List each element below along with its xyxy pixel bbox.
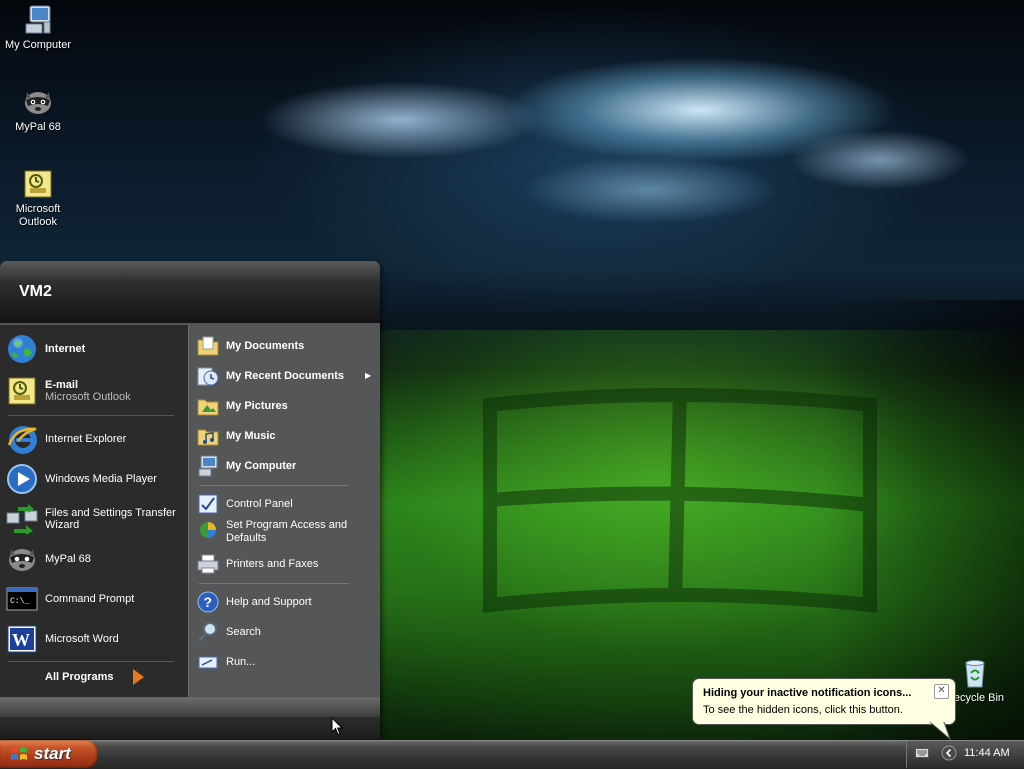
- svg-text:W: W: [12, 630, 30, 650]
- run-icon: [198, 656, 218, 669]
- close-icon[interactable]: ✕: [934, 684, 949, 699]
- svg-text:C:\_: C:\_: [10, 597, 29, 606]
- menu-item-label: My Computer: [226, 460, 297, 472]
- outlook-icon: [24, 170, 52, 198]
- search-icon: [197, 622, 217, 642]
- menu-item-label: Files and Settings Transfer Wizard: [45, 507, 176, 531]
- clock[interactable]: 11:44 AM: [964, 747, 1010, 759]
- menu-item-internet[interactable]: Internet: [6, 333, 184, 365]
- mouse-cursor-icon: [331, 717, 343, 736]
- start-menu: VM2 Internet E-mail Microsoft Outlook In…: [0, 261, 380, 739]
- menu-item-label: Microsoft Word: [45, 633, 119, 645]
- internet-explorer-icon: [7, 426, 37, 454]
- mypal-icon: [25, 92, 51, 114]
- control-panel-icon: [198, 494, 218, 514]
- windows-flag-icon: [11, 747, 27, 760]
- printer-icon: [197, 554, 219, 574]
- menu-item-label: Printers and Faxes: [226, 558, 319, 570]
- menu-item-sublabel: Microsoft Outlook: [45, 391, 131, 403]
- desktop-icon-my-computer[interactable]: My Computer: [0, 4, 76, 52]
- menu-item-mypal[interactable]: MyPal 68: [6, 543, 184, 575]
- menu-item-label: Search: [226, 626, 261, 638]
- desktop-icon-mypal[interactable]: MyPal 68: [0, 86, 76, 134]
- menu-item-label: Windows Media Player: [45, 473, 157, 485]
- menu-item-media-player[interactable]: Windows Media Player: [6, 463, 184, 495]
- menu-item-label: My Pictures: [226, 400, 288, 412]
- desktop-icon-label: MyPal 68: [15, 121, 61, 133]
- menu-item-label: Control Panel: [226, 498, 293, 510]
- menu-item-search[interactable]: Search: [197, 621, 377, 643]
- menu-item-help[interactable]: ? Help and Support: [197, 591, 377, 613]
- mypal-icon: [9, 549, 35, 571]
- start-menu-footer-bar: [0, 698, 380, 717]
- start-button[interactable]: start: [0, 740, 98, 768]
- keyboard-icon[interactable]: [915, 748, 929, 758]
- menu-item-my-documents[interactable]: My Documents: [197, 335, 377, 357]
- start-menu-header: VM2: [0, 261, 380, 325]
- folder-music-icon: [197, 429, 219, 446]
- desktop-icon-label: Microsoft Outlook: [15, 203, 61, 228]
- menu-item-label: Set Program Access and Defaults: [226, 519, 348, 544]
- right-arrow-icon: [133, 669, 144, 685]
- menu-separator: [199, 485, 349, 486]
- my-computer-icon: [25, 5, 51, 34]
- menu-item-word[interactable]: W Microsoft Word: [6, 623, 184, 655]
- desktop-icon-outlook[interactable]: Microsoft Outlook: [0, 168, 76, 229]
- menu-item-label: My Music: [226, 430, 276, 442]
- program-defaults-icon: [200, 522, 216, 538]
- taskbar: [0, 740, 1024, 769]
- start-button-label: start: [34, 744, 71, 763]
- menu-item-recent-documents[interactable]: My Recent Documents: [197, 365, 377, 387]
- all-programs-button[interactable]: All Programs: [45, 671, 113, 683]
- balloon-tail: [930, 722, 951, 740]
- user-name: VM2: [19, 283, 52, 300]
- menu-item-label: E-mail: [45, 379, 79, 391]
- menu-item-email[interactable]: E-mail Microsoft Outlook: [6, 375, 184, 407]
- start-menu-programs: Internet E-mail Microsoft Outlook Intern…: [0, 325, 188, 697]
- menu-item-label: MyPal 68: [45, 553, 91, 565]
- menu-separator: [8, 661, 174, 662]
- menu-item-run[interactable]: Run...: [197, 651, 377, 673]
- recycle-bin-icon: [965, 660, 985, 688]
- show-hidden-icons-button[interactable]: [941, 745, 957, 761]
- menu-separator: [8, 415, 174, 416]
- recent-documents-icon: [197, 367, 219, 386]
- menu-item-my-music[interactable]: My Music: [197, 425, 377, 447]
- menu-separator: [199, 583, 349, 584]
- menu-item-printers[interactable]: Printers and Faxes: [197, 553, 377, 575]
- outlook-icon: [8, 377, 36, 405]
- transfer-wizard-icon: [6, 504, 38, 535]
- media-player-icon: [7, 464, 37, 494]
- svg-text:?: ?: [204, 594, 213, 610]
- menu-item-label: Internet Explorer: [45, 433, 127, 445]
- menu-item-label: Internet: [45, 343, 86, 355]
- menu-item-label: Command Prompt: [45, 593, 135, 605]
- menu-item-control-panel[interactable]: Control Panel: [197, 493, 377, 515]
- menu-item-label: Help and Support: [226, 596, 312, 608]
- submenu-arrow-icon: ▶: [365, 371, 372, 380]
- menu-item-label: My Documents: [226, 340, 305, 352]
- balloon-title: Hiding your inactive notification icons.…: [703, 687, 912, 699]
- menu-item-label: My Recent Documents: [226, 370, 344, 382]
- start-menu-footer: [0, 697, 380, 739]
- folder-documents-icon: [197, 336, 219, 356]
- folder-pictures-icon: [197, 399, 219, 416]
- menu-item-label: Run...: [226, 656, 256, 668]
- menu-item-command-prompt[interactable]: C:\_ Command Prompt: [6, 583, 184, 615]
- start-menu-places: My Documents My Recent Documents ▶ My Pi…: [188, 325, 380, 697]
- menu-item-my-pictures[interactable]: My Pictures: [197, 395, 377, 417]
- menu-item-transfer-wizard[interactable]: Files and Settings Transfer Wizard: [6, 503, 184, 535]
- menu-item-my-computer[interactable]: My Computer: [197, 455, 377, 477]
- menu-item-program-defaults[interactable]: Set Program Access and Defaults: [197, 519, 377, 545]
- help-icon: ?: [197, 591, 219, 613]
- menu-item-internet-explorer[interactable]: Internet Explorer: [6, 423, 184, 455]
- word-icon: W: [7, 625, 37, 653]
- desktop-icon-label: My Computer: [4, 39, 72, 51]
- notification-balloon[interactable]: Hiding your inactive notification icons.…: [692, 678, 956, 725]
- command-prompt-icon: C:\_: [6, 587, 38, 611]
- balloon-text: To see the hidden icons, click this butt…: [703, 704, 903, 716]
- my-computer-icon: [198, 455, 218, 477]
- globe-icon: [8, 335, 36, 363]
